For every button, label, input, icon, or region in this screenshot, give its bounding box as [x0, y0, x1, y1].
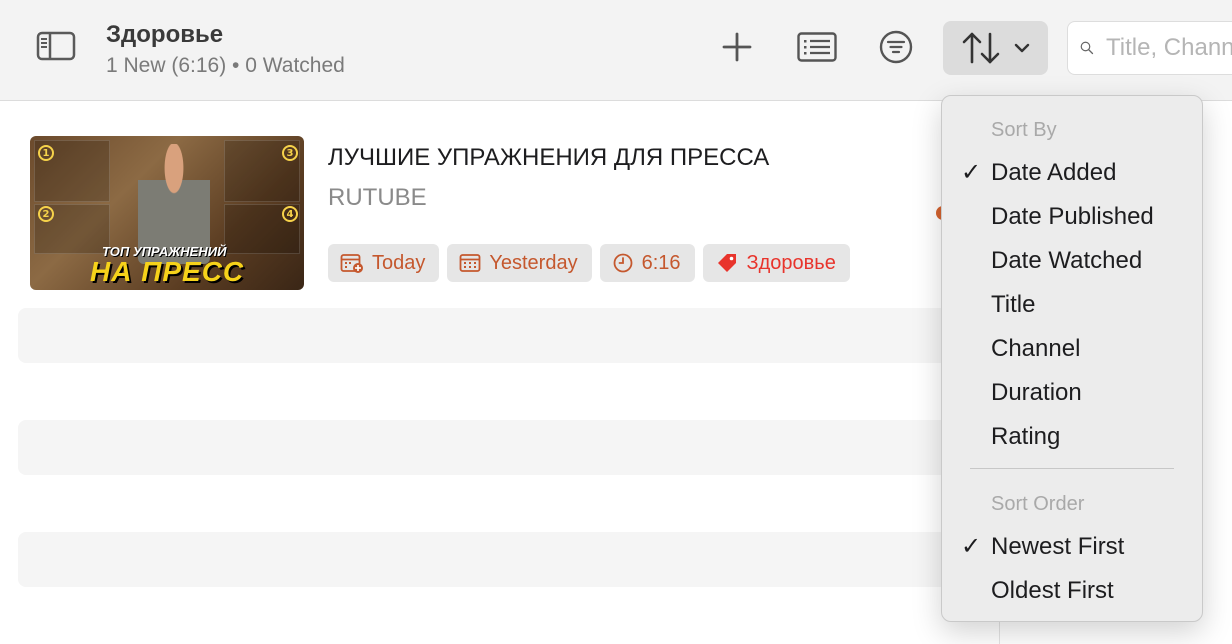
- placeholder-row: [18, 420, 1000, 475]
- toolbar: Здоровье 1 New (6:16) • 0 Watched: [0, 0, 1232, 101]
- search-field[interactable]: [1067, 21, 1232, 75]
- sort-order-header: Sort Order: [991, 493, 1085, 515]
- date-added-tag[interactable]: Today: [328, 244, 440, 282]
- duration-tag[interactable]: 6:16: [599, 244, 695, 282]
- tag-icon: [717, 254, 736, 272]
- checkmark-icon: ✓: [961, 532, 982, 560]
- page-subtitle: 1 New (6:16) • 0 Watched: [106, 54, 345, 77]
- chevron-down-icon: [1014, 43, 1029, 53]
- plus-icon: [722, 32, 752, 62]
- clock-icon: [613, 253, 632, 273]
- menu-item-rating[interactable]: Rating: [991, 423, 1060, 451]
- details-button[interactable]: [788, 24, 846, 70]
- sidebar-toggle-button[interactable]: [30, 26, 82, 66]
- menu-separator: [970, 468, 1174, 469]
- tag-label: Today: [372, 251, 426, 274]
- thumbnail-number: 3: [282, 145, 298, 161]
- sort-by-header: Sort By: [991, 119, 1057, 141]
- menu-item-title[interactable]: Title: [991, 291, 1035, 319]
- search-input[interactable]: [1106, 34, 1232, 62]
- video-list-item[interactable]: 1 2 3 4 ТОП УПРАЖНЕНИЙ НА ПРЕСС ЛУЧШИЕ У…: [0, 101, 1000, 301]
- menu-item-date-added[interactable]: Date Added: [991, 159, 1116, 187]
- video-tags: Today Yesterday 6:16 Здоровье: [328, 244, 850, 282]
- filter-button[interactable]: [870, 24, 922, 70]
- thumbnail-number: 2: [38, 206, 54, 222]
- thumbnail-number: 1: [38, 145, 54, 161]
- menu-item-date-published[interactable]: Date Published: [991, 203, 1154, 231]
- filter-icon: [879, 30, 913, 64]
- video-title: ЛУЧШИЕ УПРАЖНЕНИЯ ДЛЯ ПРЕССА: [328, 144, 770, 171]
- menu-item-date-watched[interactable]: Date Watched: [991, 247, 1142, 275]
- list-details-icon: [797, 32, 837, 62]
- video-thumbnail[interactable]: 1 2 3 4 ТОП УПРАЖНЕНИЙ НА ПРЕСС: [30, 136, 304, 290]
- calendar-added-icon: [340, 254, 363, 273]
- date-published-tag[interactable]: Yesterday: [447, 244, 592, 282]
- category-tag[interactable]: Здоровье: [702, 244, 850, 282]
- checkmark-icon: ✓: [961, 158, 982, 186]
- add-button[interactable]: [712, 24, 762, 70]
- search-icon: [1080, 41, 1094, 55]
- menu-item-newest-first[interactable]: Newest First: [991, 533, 1124, 561]
- placeholder-row: [18, 532, 1000, 587]
- tag-label: Здоровье: [746, 251, 836, 274]
- video-channel[interactable]: RUTUBE: [328, 184, 427, 212]
- menu-item-channel[interactable]: Channel: [991, 335, 1080, 363]
- menu-item-duration[interactable]: Duration: [991, 379, 1082, 407]
- placeholder-row: [18, 308, 1000, 363]
- thumbnail-number: 4: [282, 206, 298, 222]
- title-block: Здоровье 1 New (6:16) • 0 Watched: [106, 21, 345, 81]
- thumbnail-caption-main: НА ПРЕСС: [90, 256, 245, 287]
- menu-item-oldest-first[interactable]: Oldest First: [991, 577, 1114, 605]
- calendar-icon: [459, 254, 481, 272]
- sidebar-icon: [36, 31, 76, 61]
- tag-label: Yesterday: [489, 251, 578, 274]
- sort-button[interactable]: [943, 21, 1048, 75]
- sort-arrows-icon: [962, 32, 999, 64]
- tag-label: 6:16: [641, 251, 681, 274]
- page-title: Здоровье: [106, 21, 224, 48]
- sort-menu: Sort By ✓ Date Added Date Published Date…: [941, 95, 1203, 622]
